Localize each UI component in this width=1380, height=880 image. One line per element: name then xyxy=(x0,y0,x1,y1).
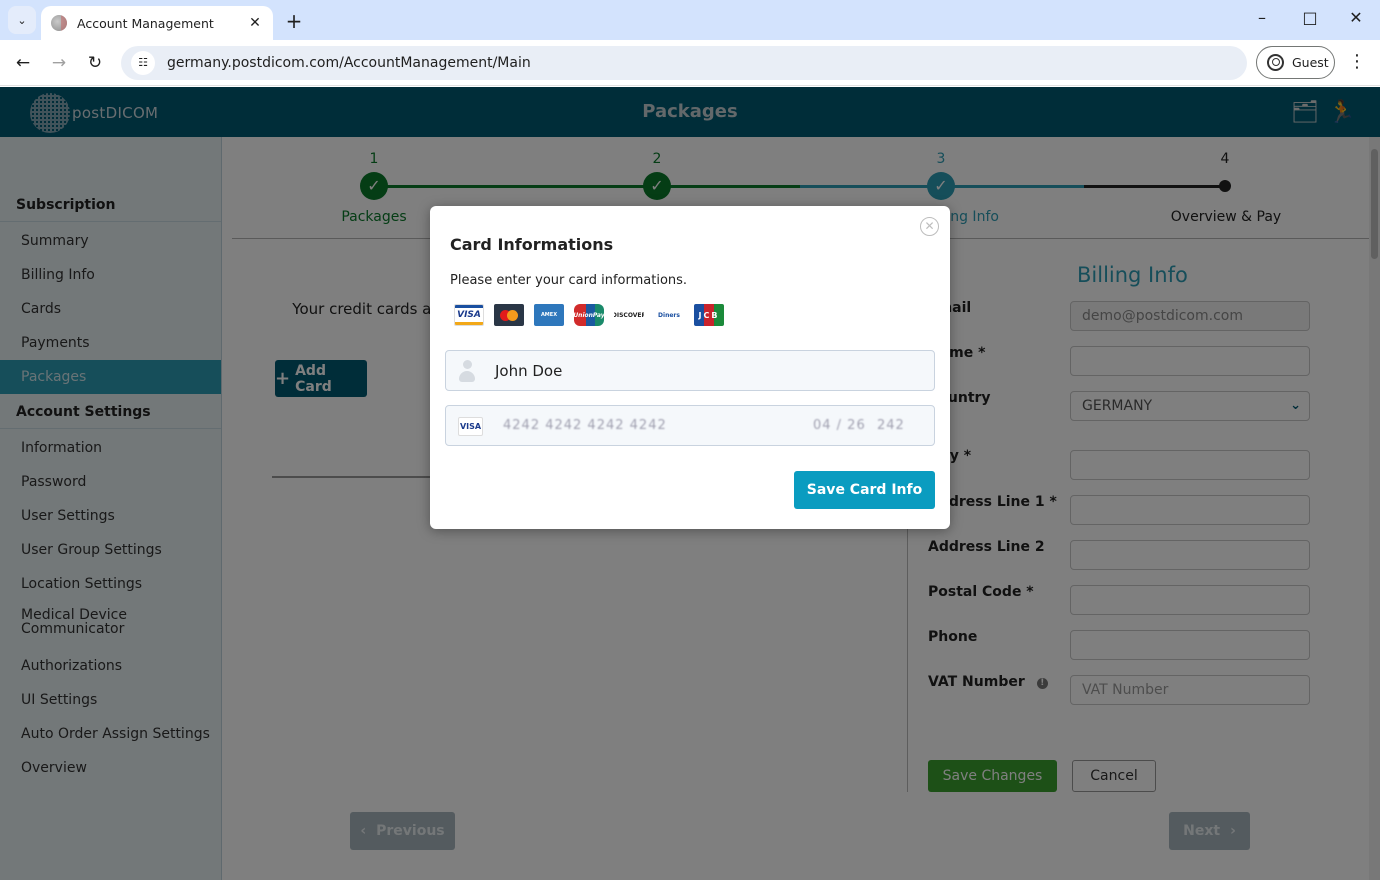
new-tab-button[interactable]: + xyxy=(284,9,304,33)
close-icon[interactable]: ✕ xyxy=(920,217,939,236)
unionpay-icon: UnionPay xyxy=(574,304,604,326)
card-details-input[interactable]: VISA 4242 4242 4242 4242 04 / 26 242 xyxy=(445,405,935,446)
more-menu-icon[interactable]: ⋮ xyxy=(1348,52,1366,72)
reload-icon[interactable]: ↻ xyxy=(82,50,108,76)
modal-title: Card Informations xyxy=(450,235,614,254)
site-settings-icon[interactable]: ☷ xyxy=(131,51,155,75)
browser-tab-bar: ⌄ Account Management ✕ + – □ ✕ xyxy=(0,0,1380,40)
cvc-field[interactable]: 242 xyxy=(877,418,905,433)
tab-search-button[interactable]: ⌄ xyxy=(8,6,36,34)
browser-tab[interactable]: Account Management ✕ xyxy=(41,6,273,40)
expiry-field[interactable]: 04 / 26 xyxy=(813,418,866,433)
visa-icon: VISA xyxy=(454,304,484,326)
cardholder-name-value: John Doe xyxy=(495,361,563,380)
visa-card-icon: VISA xyxy=(458,417,483,436)
profile-icon xyxy=(1267,54,1284,71)
back-arrow-icon[interactable]: ← xyxy=(10,50,36,76)
modal-subtitle: Please enter your card informations. xyxy=(450,273,688,288)
address-bar: ← → ↻ ☷ germany.postdicom.com/AccountMan… xyxy=(0,40,1380,86)
cardholder-name-input[interactable]: John Doe xyxy=(445,350,935,391)
save-card-info-button[interactable]: Save Card Info xyxy=(794,471,935,509)
url-text: germany.postdicom.com/AccountManagement/… xyxy=(167,55,531,71)
window-close-icon[interactable]: ✕ xyxy=(1344,8,1368,27)
chevron-down-icon: ⌄ xyxy=(17,13,27,27)
card-info-modal: ✕ Card Informations Please enter your ca… xyxy=(430,206,950,529)
profile-button[interactable]: Guest xyxy=(1256,46,1335,79)
card-brand-logos: VISA AMEX UnionPay DISCOVER Diners JCB xyxy=(454,304,724,326)
close-icon[interactable]: ✕ xyxy=(247,15,263,31)
discover-icon: DISCOVER xyxy=(614,304,644,326)
profile-label: Guest xyxy=(1292,55,1329,70)
diners-club-icon: Diners xyxy=(654,304,684,326)
amex-icon: AMEX xyxy=(534,304,564,326)
tab-title: Account Management xyxy=(77,15,214,31)
mastercard-icon xyxy=(494,304,524,326)
card-number-field[interactable]: 4242 4242 4242 4242 xyxy=(503,418,667,433)
person-icon xyxy=(459,359,475,382)
minimize-icon[interactable]: – xyxy=(1250,8,1274,27)
favicon-icon xyxy=(51,15,67,31)
jcb-icon: JCB xyxy=(694,304,724,326)
maximize-icon[interactable]: □ xyxy=(1298,8,1322,27)
url-input[interactable]: ☷ germany.postdicom.com/AccountManagemen… xyxy=(121,46,1247,80)
forward-arrow-icon[interactable]: → xyxy=(46,50,72,76)
